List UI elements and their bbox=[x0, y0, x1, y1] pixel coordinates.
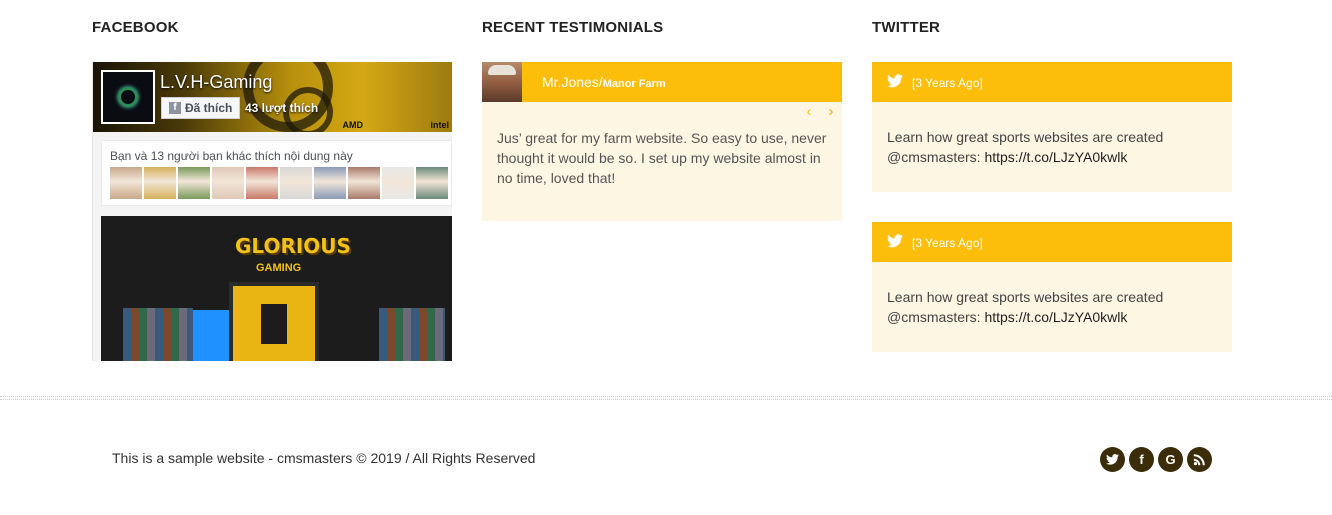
post-screens-right bbox=[379, 308, 445, 361]
cover-brand-intel: intel bbox=[430, 120, 449, 130]
twitter-widget-title: TWITTER bbox=[872, 19, 941, 36]
footer-copyright: This is a sample website - cmsmasters © … bbox=[112, 450, 536, 466]
friend-avatar[interactable] bbox=[110, 167, 142, 199]
steam-logo-icon bbox=[118, 87, 138, 107]
tweet-text: Learn how great sports websites are crea… bbox=[887, 127, 1217, 167]
post-title: GLORIOUS bbox=[235, 234, 351, 258]
post-subtitle: GAMING bbox=[256, 262, 302, 274]
twitter-social-icon[interactable] bbox=[1100, 447, 1125, 472]
twitter-bird-icon bbox=[887, 234, 903, 248]
testimonial-nav: ‹ › bbox=[802, 104, 838, 120]
friend-avatar[interactable] bbox=[416, 167, 448, 199]
testimonials-widget-title: RECENT TESTIMONIALS bbox=[482, 19, 664, 36]
footer-divider bbox=[0, 396, 1332, 400]
facebook-page-plugin: AMD intel L.V.H-Gaming f Đã thích 43 lượ… bbox=[92, 62, 452, 361]
testimonial-card: Mr.Jones/Manor Farm ‹ › Jus’ great for m… bbox=[482, 62, 842, 221]
facebook-like-button[interactable]: f Đã thích bbox=[161, 97, 241, 119]
friend-avatar[interactable] bbox=[212, 167, 244, 199]
post-screens-left bbox=[123, 308, 193, 361]
friend-avatar[interactable] bbox=[314, 167, 346, 199]
facebook-friend-faces bbox=[110, 167, 448, 199]
friend-avatar[interactable] bbox=[348, 167, 380, 199]
tweet-text: Learn how great sports websites are crea… bbox=[887, 287, 1217, 327]
facebook-page-name[interactable]: L.V.H-Gaming bbox=[160, 72, 272, 93]
testimonial-header: Mr.Jones/Manor Farm bbox=[482, 62, 842, 102]
twitter-bird-icon bbox=[887, 74, 903, 88]
facebook-post-image[interactable]: GLORIOUS GAMING bbox=[101, 216, 452, 361]
friend-avatar[interactable] bbox=[246, 167, 278, 199]
testimonial-company: Manor Farm bbox=[602, 78, 666, 90]
footer-social-links: f G bbox=[1100, 447, 1212, 472]
friend-avatar[interactable] bbox=[382, 167, 414, 199]
windows-logo-icon bbox=[193, 310, 229, 361]
testimonial-avatar bbox=[482, 62, 522, 102]
tweet-time[interactable]: [3 Years Ago] bbox=[912, 236, 983, 250]
facebook-page-avatar[interactable] bbox=[101, 70, 155, 124]
facebook-widget-title: FACEBOOK bbox=[92, 19, 179, 36]
tweet-link[interactable]: https://t.co/LJzYA0kwlk bbox=[984, 309, 1127, 325]
tweet-link[interactable]: https://t.co/LJzYA0kwlk bbox=[984, 149, 1127, 165]
rss-social-icon[interactable] bbox=[1187, 447, 1212, 472]
google-social-icon[interactable]: G bbox=[1158, 447, 1183, 472]
tweet-header: [3 Years Ago] bbox=[872, 222, 1232, 262]
friend-avatar[interactable] bbox=[144, 167, 176, 199]
chevron-left-icon[interactable]: ‹ bbox=[802, 104, 816, 120]
chevron-right-icon[interactable]: › bbox=[824, 104, 838, 120]
facebook-friends-box: Bạn và 13 người bạn khác thích nội dung … bbox=[101, 140, 452, 206]
friend-avatar[interactable] bbox=[178, 167, 210, 199]
facebook-like-count: 43 lượt thích bbox=[245, 101, 319, 115]
facebook-friends-text: Bạn và 13 người bạn khác thích nội dung … bbox=[110, 149, 353, 163]
cover-brand-amd: AMD bbox=[342, 120, 364, 130]
post-pc-graphic bbox=[229, 282, 319, 361]
testimonial-text: Jus’ great for my farm website. So easy … bbox=[497, 130, 827, 186]
friend-avatar[interactable] bbox=[280, 167, 312, 199]
tweet-card: [3 Years Ago] Learn how great sports web… bbox=[872, 62, 1232, 192]
tweet-time[interactable]: [3 Years Ago] bbox=[912, 76, 983, 90]
tweet-header: [3 Years Ago] bbox=[872, 62, 1232, 102]
facebook-like-label: Đã thích bbox=[185, 101, 233, 115]
testimonial-author: Mr.Jones/Manor Farm bbox=[542, 74, 666, 90]
testimonial-author-name: Mr.Jones/ bbox=[542, 74, 603, 90]
facebook-social-icon[interactable]: f bbox=[1129, 447, 1154, 472]
facebook-f-icon: f bbox=[169, 102, 181, 114]
tweet-card: [3 Years Ago] Learn how great sports web… bbox=[872, 222, 1232, 352]
